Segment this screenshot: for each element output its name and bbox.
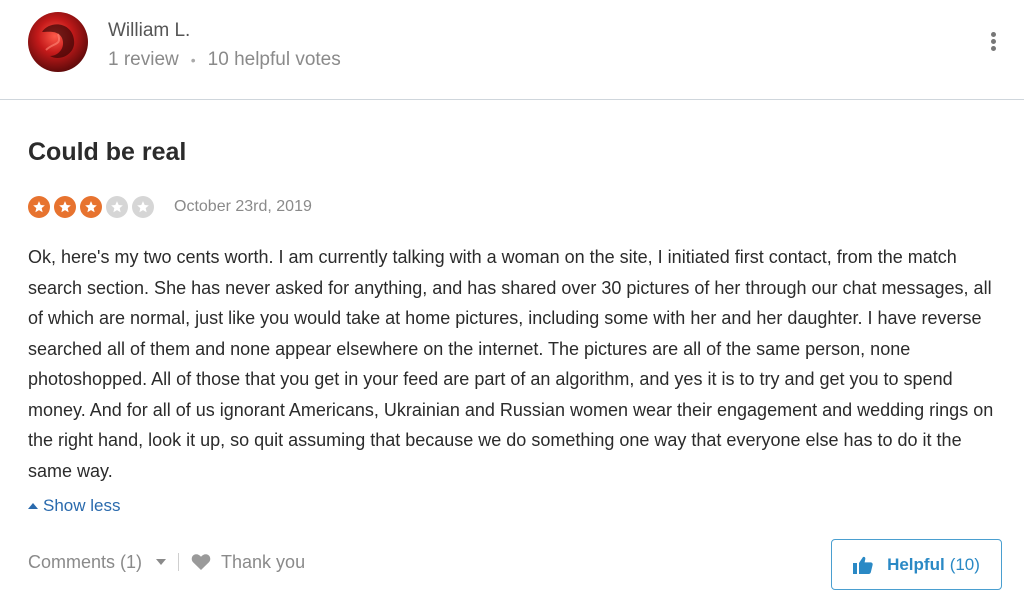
review-header: William L. 1 review • 10 helpful votes	[0, 0, 1024, 100]
reviewer-meta: 1 review • 10 helpful votes	[108, 49, 341, 71]
star-icon	[132, 196, 154, 218]
star-icon	[54, 196, 76, 218]
star-icon	[28, 196, 50, 218]
comments-button[interactable]: Comments (1)	[28, 551, 167, 573]
helpful-label: Helpful	[887, 554, 945, 574]
star-rating	[28, 196, 158, 218]
caret-up-icon	[28, 503, 38, 509]
helpful-votes-count: 10 helpful votes	[207, 49, 341, 70]
thank-you-button[interactable]: Thank you	[191, 552, 305, 573]
review-footer: Comments (1) Thank you	[28, 548, 305, 576]
helpful-count: (10)	[949, 554, 980, 574]
helpful-button[interactable]: Helpful (10)	[831, 539, 1002, 590]
thank-you-label: Thank you	[221, 551, 306, 572]
show-less-label: Show less	[43, 496, 121, 515]
meta-separator: •	[190, 52, 196, 68]
star-icon	[106, 196, 128, 218]
review-title: Could be real	[28, 138, 187, 166]
avatar[interactable]	[28, 12, 88, 72]
comments-label: Comments (1)	[28, 551, 143, 572]
review-date: October 23rd, 2019	[174, 198, 312, 215]
heart-icon	[191, 554, 211, 570]
kebab-menu-icon[interactable]	[988, 32, 998, 54]
reviewer-name[interactable]: William L.	[108, 20, 190, 42]
star-icon	[80, 196, 102, 218]
rating-row: October 23rd, 2019	[28, 195, 312, 219]
review-body: Ok, here's my two cents worth. I am curr…	[28, 247, 994, 481]
chevron-down-icon	[156, 559, 167, 565]
thumbs-up-icon	[853, 556, 873, 574]
show-less-link[interactable]: Show less	[28, 496, 120, 516]
divider	[178, 553, 180, 571]
review-card: William L. 1 review • 10 helpful votes C…	[0, 0, 1024, 606]
review-count: 1 review	[108, 49, 179, 70]
